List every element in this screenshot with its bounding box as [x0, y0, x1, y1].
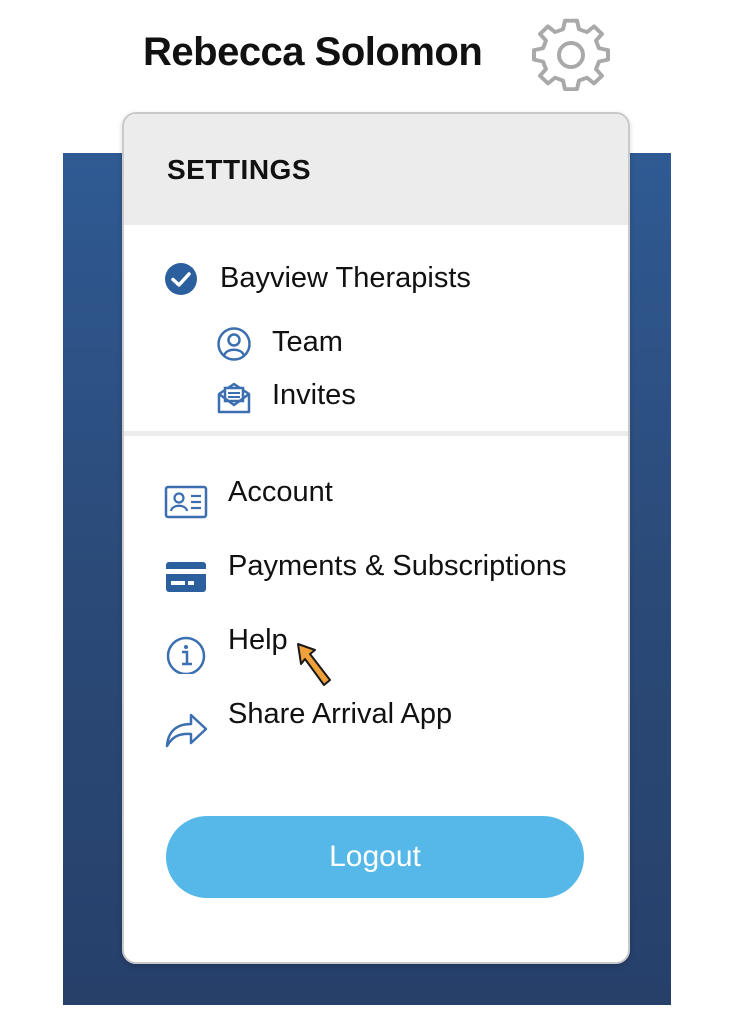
envelope-open-icon: [217, 382, 251, 414]
id-card-icon: [164, 485, 208, 519]
gear-icon[interactable]: [532, 18, 610, 96]
organization-name: Bayview Therapists: [220, 262, 471, 294]
help-label: Help: [228, 624, 288, 656]
user-circle-icon: [217, 327, 251, 361]
logout-button[interactable]: Logout: [166, 816, 584, 898]
invites-label: Invites: [272, 379, 356, 411]
check-circle-icon: [165, 263, 197, 295]
cursor-arrow-icon: [297, 643, 331, 686]
user-name: Rebecca Solomon: [143, 30, 483, 74]
payments-label: Payments & Subscriptions: [228, 550, 567, 582]
share-arrow-icon: [165, 713, 208, 748]
account-label: Account: [228, 476, 333, 508]
share-label: Share Arrival App: [228, 698, 453, 730]
info-circle-icon: [166, 636, 206, 674]
settings-header: SETTINGS: [124, 114, 628, 225]
team-label: Team: [272, 326, 343, 358]
section-divider: [124, 431, 628, 436]
settings-menu: SETTINGS Bayview Therapists Team Invites: [122, 112, 630, 964]
settings-title: SETTINGS: [167, 154, 312, 185]
credit-card-icon: [166, 562, 206, 592]
